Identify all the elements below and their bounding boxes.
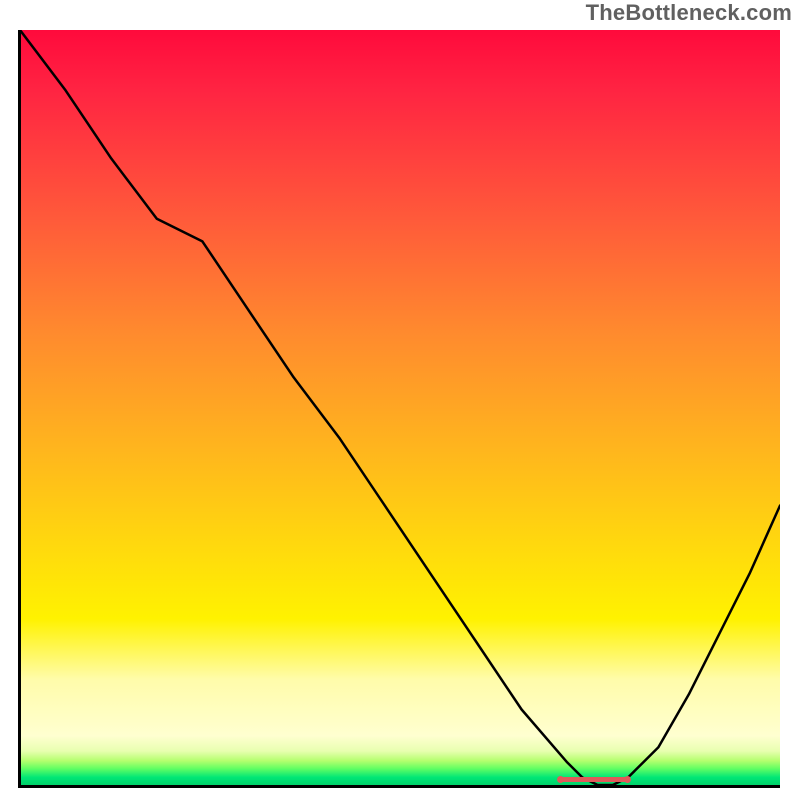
chart-viewport: TheBottleneck.com — [0, 0, 800, 800]
y-axis-line — [18, 30, 21, 788]
x-axis-line — [20, 785, 780, 788]
optimal-range-dot-right — [624, 776, 631, 783]
optimal-range-dot-left — [557, 776, 564, 783]
optimal-range-marker — [560, 777, 628, 782]
plot-gradient-background — [20, 30, 780, 785]
watermark-text: TheBottleneck.com — [586, 0, 792, 26]
